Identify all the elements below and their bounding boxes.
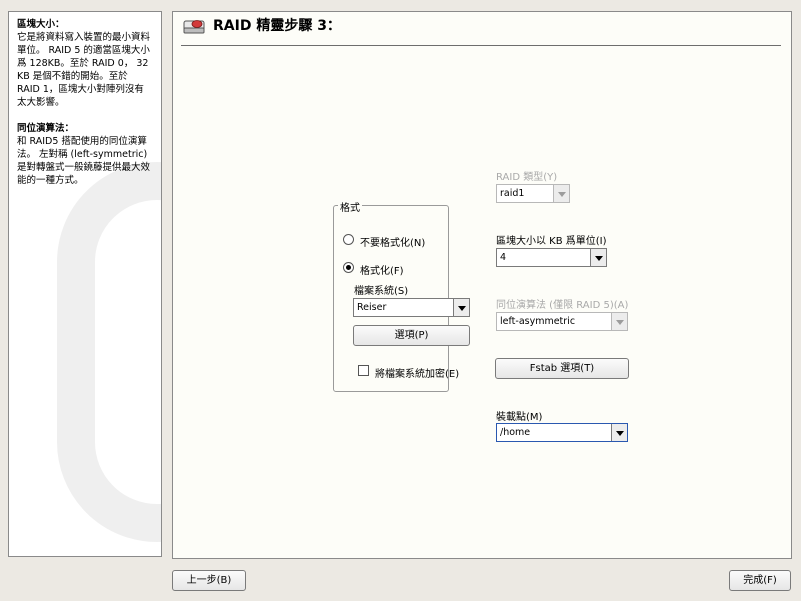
format-radio[interactable] [343,262,354,273]
filesystem-select[interactable]: Reiser [353,298,470,317]
title-divider [181,45,781,46]
hard-disk-icon [183,20,205,34]
mount-point-combo[interactable]: /home [496,423,628,442]
finish-button[interactable]: 完成(F) [729,570,791,591]
parity-value: left-asymmetric [500,316,576,327]
no-format-radio[interactable] [343,234,354,245]
chevron-down-icon[interactable] [453,299,469,316]
help-panel: 區塊大小： 它是將資料寫入裝置的最小資料單位。 RAID 5 的適當區塊大小爲 1… [8,11,162,557]
raid-type-select[interactable]: raid1 [496,184,570,203]
wizard-panel: RAID 精靈步驟 3： 格式 不要格式化(N) 格式化(F) 檔案系統(S) … [172,11,792,559]
chevron-down-icon[interactable] [553,185,569,202]
no-format-label[interactable]: 不要格式化(N) [360,234,425,249]
format-group: 格式 不要格式化(N) 格式化(F) 檔案系統(S) Reiser 選項(P) … [333,199,470,392]
back-button[interactable]: 上一步(B) [172,570,246,591]
help-chunk-heading: 區塊大小： [17,19,65,30]
help-chunk-text: 它是將資料寫入裝置的最小資料單位。 RAID 5 的適當區塊大小爲 128KB。… [17,32,152,108]
encrypt-checkbox[interactable] [358,365,369,376]
page-title: RAID 精靈步驟 3： [213,18,341,34]
fstab-options-button[interactable]: Fstab 選項(T) [495,358,629,379]
chunk-size-select[interactable]: 4 [496,248,607,267]
chevron-down-icon[interactable] [611,313,627,330]
chevron-down-icon[interactable] [611,424,627,441]
encrypt-label[interactable]: 將檔案系統加密(E) [375,365,459,380]
filesystem-value: Reiser [357,302,387,313]
help-parity-text: 和 RAID5 搭配使用的同位演算法。 左對稱 (left-symmetric)… [17,136,151,186]
filesystem-label: 檔案系統(S) [354,286,409,297]
chunk-size-value: 4 [500,252,507,263]
raid-type-label: RAID 類型(Y) [496,172,558,183]
mount-point-value[interactable]: /home [500,427,530,438]
filesystem-options-button[interactable]: 選項(P) [353,325,470,346]
help-parity-heading: 同位演算法： [17,123,75,134]
parity-label: 同位演算法 (僅限 RAID 5)(A) [496,300,629,311]
chevron-down-icon[interactable] [590,249,606,266]
chunk-size-label: 區塊大小以 KB 爲單位(I) [496,236,607,247]
format-group-legend: 格式 [338,199,362,214]
mount-point-label: 裝載點(M) [496,412,543,423]
parity-select[interactable]: left-asymmetric [496,312,628,331]
format-label[interactable]: 格式化(F) [360,262,404,277]
logo-watermark [57,162,161,542]
raid-type-value: raid1 [500,188,525,199]
